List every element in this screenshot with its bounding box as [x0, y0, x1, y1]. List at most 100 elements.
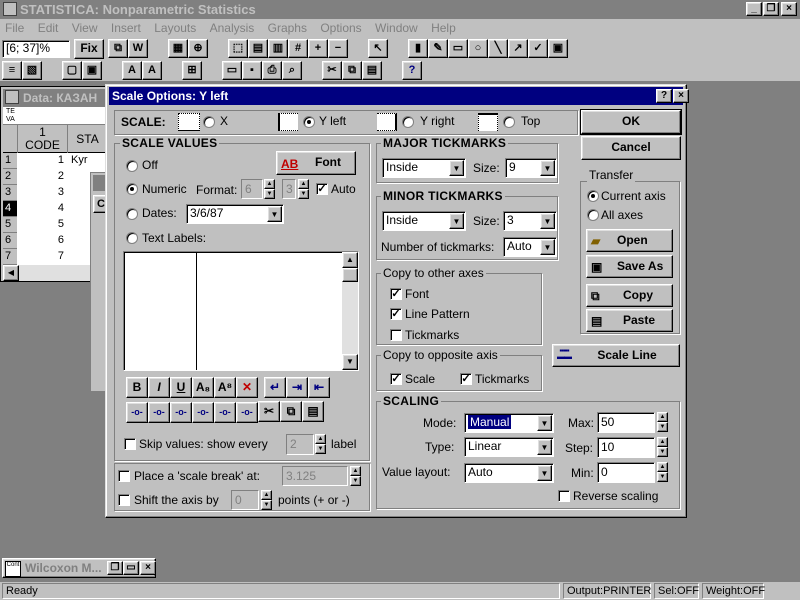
superscript-icon[interactable]: A⁸ — [214, 377, 236, 398]
scale-y-left-radio[interactable] — [303, 116, 315, 128]
text-format-icon[interactable]: A — [142, 61, 162, 80]
symbol-6-icon[interactable]: -o- — [236, 402, 258, 423]
format-width-spinner[interactable]: ▲ ▼ — [264, 179, 275, 199]
data-window-icon[interactable] — [5, 90, 19, 104]
help-icon[interactable]: ? — [402, 61, 422, 80]
mode-dropdown[interactable]: Manual ▼ — [464, 413, 554, 433]
graph-icon[interactable]: ▤ — [248, 39, 268, 58]
list-vscrollbar[interactable]: ▲ ▼ — [342, 252, 358, 370]
menu-view[interactable]: View — [67, 19, 103, 38]
max-field[interactable]: 50 — [597, 412, 655, 433]
text-icon[interactable]: A — [122, 61, 142, 80]
row-number[interactable]: 6 — [3, 233, 17, 249]
table-cell[interactable]: 7 — [17, 249, 67, 265]
copy-icon[interactable]: ⧉ — [280, 401, 302, 422]
scroll-thumb[interactable] — [342, 268, 358, 282]
cut-icon[interactable]: ✂ — [322, 61, 342, 80]
symbol-4-icon[interactable]: -o- — [192, 402, 214, 423]
print-icon[interactable]: ⎙ — [262, 61, 282, 80]
row-number[interactable]: 3 — [3, 185, 17, 201]
copy-icon[interactable]: ⧉ — [342, 61, 362, 80]
skip-values-spinner[interactable]: ▲ ▼ — [315, 434, 326, 454]
graph2-icon[interactable]: ▥ — [268, 39, 288, 58]
open-button[interactable]: ▰ Open — [586, 229, 673, 252]
app-icon[interactable] — [3, 2, 17, 16]
dialog-help-button[interactable]: ? — [656, 89, 672, 103]
bold-button[interactable]: B — [126, 377, 148, 398]
text-labels-list[interactable]: ▲ ▼ — [123, 251, 359, 371]
table-cell[interactable]: Kyr — [71, 153, 88, 168]
menu-window[interactable]: Window — [370, 19, 423, 38]
row-number[interactable]: 5 — [3, 217, 17, 233]
transfer-all-axes-radio[interactable] — [587, 209, 599, 221]
font-button[interactable]: AB Font — [276, 151, 356, 175]
symbol-2-icon[interactable]: -o- — [148, 402, 170, 423]
rect-draw-icon[interactable]: ▭ — [448, 39, 468, 58]
zoom-icon[interactable]: ⊕ — [188, 39, 208, 58]
column-header-sta[interactable]: STA — [67, 125, 107, 153]
copy-line-pattern-checkbox[interactable]: ✓ — [390, 308, 402, 320]
italic-button[interactable]: I — [148, 377, 170, 398]
scale-values-text-labels-radio[interactable] — [126, 232, 138, 244]
paste-button[interactable]: ▤ Paste — [586, 309, 673, 332]
menu-edit[interactable]: Edit — [33, 19, 64, 38]
scale-break-checkbox[interactable] — [118, 470, 130, 482]
table-cell[interactable]: 6 — [17, 233, 67, 249]
cut-icon[interactable]: ✂ — [258, 401, 280, 422]
draw-icon[interactable]: ✎ — [428, 39, 448, 58]
scale-values-dates-radio[interactable] — [126, 208, 138, 220]
format-decimals-field[interactable]: 3 — [282, 179, 296, 199]
menu-file[interactable]: File — [0, 19, 29, 38]
preview-icon[interactable]: ⌕ — [282, 61, 302, 80]
max-spinner[interactable]: ▲ ▼ — [657, 412, 668, 432]
menu-layouts[interactable]: Layouts — [149, 19, 201, 38]
paste-icon[interactable]: ▤ — [362, 61, 382, 80]
scale-line-button[interactable]: ▪▪▪▪▪ ▬▬ Scale Line — [552, 344, 680, 367]
min-spinner[interactable]: ▲ ▼ — [657, 462, 668, 482]
row-number[interactable]: 2 — [3, 169, 17, 185]
graph-layout-icon[interactable]: ⊞ — [182, 61, 202, 80]
return-icon[interactable]: ↵ — [264, 377, 286, 398]
row-number[interactable]: 1 — [3, 153, 17, 169]
close-button[interactable]: × — [781, 2, 797, 16]
skip-values-checkbox[interactable] — [124, 438, 136, 450]
copy-opposite-scale-checkbox[interactable]: ✓ — [390, 373, 402, 385]
scroll-down-icon[interactable]: ▼ — [342, 354, 358, 370]
major-size-dropdown[interactable]: 9 ▼ — [505, 158, 557, 178]
restore-button[interactable]: ❐ — [763, 2, 779, 16]
minimize-button[interactable]: _ — [746, 2, 762, 16]
scale-break-field[interactable]: 3.125 — [282, 466, 348, 486]
column-header-code[interactable]: 1 CODE — [17, 125, 67, 153]
save-as-button[interactable]: ▣ Save As — [586, 255, 673, 278]
minimized-close-button[interactable]: × — [140, 561, 156, 575]
minor-position-dropdown[interactable]: Inside ▼ — [382, 211, 466, 231]
subscript-icon[interactable]: A₈ — [192, 377, 214, 398]
value-layout-dropdown[interactable]: Auto ▼ — [464, 463, 554, 483]
symbol-3-icon[interactable]: -o- — [170, 402, 192, 423]
open-icon[interactable]: ▭ — [222, 61, 242, 80]
palette-icon[interactable]: ▧ — [22, 61, 42, 80]
cancel-button[interactable]: Cancel — [581, 136, 681, 160]
step-spinner[interactable]: ▲ ▼ — [657, 437, 668, 457]
brush-icon[interactable]: ▮ — [408, 39, 428, 58]
check-draw-icon[interactable]: ✓ — [528, 39, 548, 58]
table-cell[interactable]: 5 — [17, 217, 67, 233]
scroll-up-icon[interactable]: ▲ — [342, 252, 358, 268]
copy-tickmarks-checkbox[interactable] — [390, 329, 402, 341]
select-icon[interactable]: ⬚ — [228, 39, 248, 58]
copy-graph-icon[interactable]: ⧉ — [108, 39, 128, 58]
frame-icon[interactable]: ▢ — [62, 61, 82, 80]
zoom-in-icon[interactable]: + — [308, 39, 328, 58]
scale-break-spinner[interactable]: ▲ ▼ — [350, 466, 361, 486]
row-number-selected[interactable]: 4 — [3, 201, 17, 217]
table-cell[interactable]: 1 — [17, 153, 67, 169]
fix-button[interactable]: Fix — [74, 39, 104, 59]
minimized-maximize-button[interactable]: ▭ — [123, 561, 139, 575]
color-icon[interactable]: ≡ — [2, 61, 22, 80]
scroll-left-icon[interactable]: ◀ — [3, 265, 19, 281]
scale-top-radio[interactable] — [503, 116, 515, 128]
scale-y-right-radio[interactable] — [402, 116, 414, 128]
scale-x-radio[interactable] — [203, 116, 215, 128]
table-cell[interactable]: 3 — [17, 185, 67, 201]
format-decimals-spinner[interactable]: ▲ ▼ — [298, 179, 309, 199]
